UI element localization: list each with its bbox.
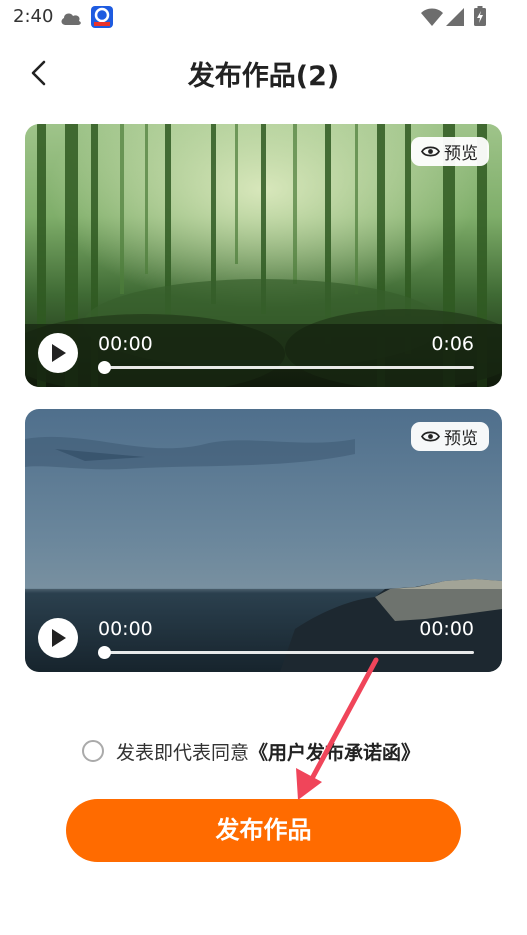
preview-button[interactable]: 预览 bbox=[411, 137, 489, 166]
current-time: 00:00 bbox=[98, 333, 153, 355]
page-title: 发布作品(2) bbox=[187, 61, 340, 92]
preview-label: 预览 bbox=[444, 429, 478, 449]
video-duration: 0:06 bbox=[431, 333, 474, 355]
preview-label: 预览 bbox=[444, 144, 478, 164]
battery-icon bbox=[474, 6, 486, 30]
signal-icon bbox=[446, 8, 464, 30]
app-badge-icon bbox=[91, 6, 113, 28]
progress-knob[interactable] bbox=[98, 361, 111, 374]
play-icon bbox=[52, 629, 66, 647]
eye-icon bbox=[421, 146, 440, 157]
video-card[interactable]: 预览 00:00 0:06 bbox=[25, 124, 502, 387]
agreement-link[interactable]: 《用户发布承诺函》 bbox=[249, 738, 420, 765]
progress-bar[interactable] bbox=[98, 361, 474, 374]
play-button[interactable] bbox=[38, 333, 78, 373]
agreement-checkbox[interactable] bbox=[82, 740, 104, 762]
play-icon bbox=[52, 344, 66, 362]
cloud-icon bbox=[60, 10, 82, 29]
video-duration: 00:00 bbox=[419, 618, 474, 640]
wifi-icon bbox=[421, 8, 443, 30]
eye-icon bbox=[421, 431, 440, 442]
agreement-text: 发表即代表同意 bbox=[116, 741, 250, 764]
progress-bar[interactable] bbox=[98, 646, 474, 659]
agreement-row: 发表即代表同意 《用户发布承诺函》 bbox=[82, 738, 420, 764]
video-card[interactable]: 预览 00:00 00:00 bbox=[25, 409, 502, 672]
preview-button[interactable]: 预览 bbox=[411, 422, 489, 451]
status-time: 2:40 bbox=[13, 6, 54, 27]
play-button[interactable] bbox=[38, 618, 78, 658]
status-bar: 2:40 bbox=[0, 0, 527, 34]
publish-button[interactable]: 发布作品 bbox=[66, 799, 461, 862]
current-time: 00:00 bbox=[98, 618, 153, 640]
progress-knob[interactable] bbox=[98, 646, 111, 659]
